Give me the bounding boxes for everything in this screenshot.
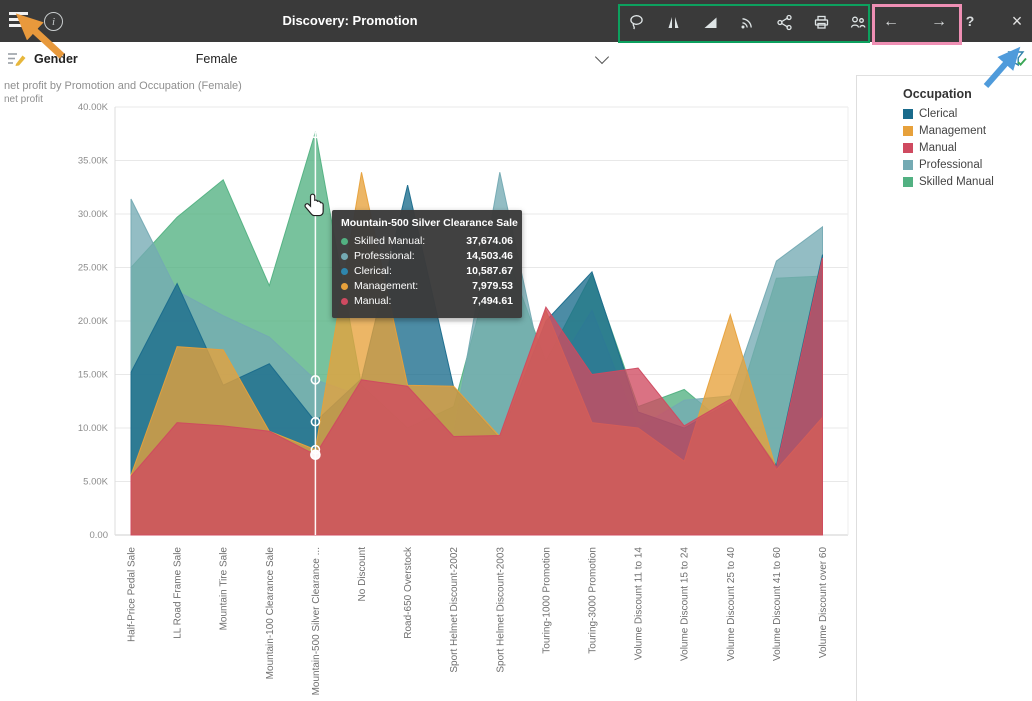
legend-panel: Occupation Clerical Management Manual Profe… [857,75,1032,701]
legend-item[interactable]: Management [903,125,1026,137]
filter-settings-icon[interactable] [6,50,28,68]
close-button[interactable]: × [1004,7,1030,35]
chevron-down-icon[interactable] [595,49,609,63]
filter-dimension-label: Gender [34,52,78,66]
svg-text:40.00K: 40.00K [78,103,109,113]
tooltip-row: Skilled Manual:37,674.06 [341,235,513,247]
app-window: i Discovery: Promotion [0,0,1032,701]
legend-item[interactable]: Skilled Manual [903,176,1026,188]
broadcast-icon [739,14,756,31]
print-button[interactable] [809,9,833,35]
legend-swatch [903,143,913,153]
area-chart[interactable]: 0.00 5.00K 10.00K 15.00K 20.00K 25.00K 30.00K 3… [0,103,856,701]
legend-label: Management [919,125,986,137]
svg-text:LL Road Frame Sale: LL Road Frame Sale [173,547,184,639]
svg-text:Road-650 Overstock: Road-650 Overstock [403,546,414,639]
chart-panel: net profit by Promotion and Occupation (… [0,75,857,701]
filter-check-icon[interactable] [1006,48,1028,70]
lasso-select-icon [628,14,645,31]
broadcast-button[interactable] [735,9,759,35]
chart-title: net profit by Promotion and Occupation (… [4,80,242,92]
share-icon [776,14,793,31]
svg-text:30.00K: 30.00K [78,209,109,220]
collaboration-icon [849,14,867,31]
main-content: net profit by Promotion and Occupation (… [0,75,1032,701]
legend-item[interactable]: Professional [903,159,1026,171]
series-dot-icon [341,253,348,260]
mirror-chart-icon [665,14,682,31]
legend-item[interactable]: Manual [903,142,1026,154]
svg-text:Volume Discount 11 to 14: Volume Discount 11 to 14 [634,547,645,661]
series-dot-icon [341,283,348,290]
filter-value-dropdown[interactable]: Female [196,52,238,66]
legend-label: Skilled Manual [919,176,994,188]
back-button[interactable]: ← [878,9,904,35]
svg-text:Touring-1000 Promotion: Touring-1000 Promotion [541,547,552,654]
svg-text:Half-Price Pedal Sale: Half-Price Pedal Sale [127,547,138,642]
legend-label: Professional [919,159,982,171]
svg-text:Volume Discount 25 to 40: Volume Discount 25 to 40 [726,547,737,661]
trend-triangle-button[interactable] [698,9,722,35]
svg-text:Mountain-500 Silver Clearance: Mountain-500 Silver Clearance ... [311,547,322,695]
legend-label: Manual [919,142,957,154]
forward-button[interactable]: → [926,9,952,35]
legend-swatch [903,126,913,136]
filter-bar: Gender Female [0,42,1032,76]
svg-text:Sport Helmet Discount-2003: Sport Helmet Discount-2003 [495,547,506,673]
titlebar: i Discovery: Promotion [0,0,1032,42]
legend-swatch [903,160,913,170]
series-dot-icon [341,268,348,275]
svg-text:5.00K: 5.00K [83,477,108,488]
tooltip-title: Mountain-500 Silver Clearance Sale [341,217,513,229]
legend-item[interactable]: Clerical [903,108,1026,120]
tooltip-row: Clerical:10,587.67 [341,265,513,277]
chart-tooltip: Mountain-500 Silver Clearance Sale Skill… [332,210,522,318]
legend-label: Clerical [919,108,957,120]
lasso-select-button[interactable] [624,9,648,35]
svg-text:Touring-3000 Promotion: Touring-3000 Promotion [588,547,599,654]
svg-text:No Discount: No Discount [357,547,368,602]
mirror-chart-button[interactable] [661,9,685,35]
history-nav: ← → [878,5,952,39]
svg-text:Volume Discount 15 to 24: Volume Discount 15 to 24 [680,547,691,661]
svg-text:Volume Discount over 60: Volume Discount over 60 [818,547,829,659]
legend-swatch [903,109,913,119]
svg-text:Volume Discount 41 to 60: Volume Discount 41 to 60 [772,547,783,661]
svg-text:15.00K: 15.00K [78,370,109,381]
printer-icon [813,14,830,31]
svg-text:10.00K: 10.00K [78,423,109,434]
toolbar [624,5,870,39]
series-dot-icon [341,238,348,245]
legend-title: Occupation [903,87,1026,101]
trend-triangle-icon [702,14,719,31]
svg-text:25.00K: 25.00K [78,263,109,274]
tooltip-row: Manual:7,494.61 [341,295,513,307]
svg-text:Mountain Tire Sale: Mountain Tire Sale [219,547,230,631]
tooltip-row: Management:7,979.53 [341,280,513,292]
window-title: Discovery: Promotion [0,0,700,42]
svg-text:0.00: 0.00 [90,530,109,541]
collaboration-button[interactable] [846,9,870,35]
svg-text:20.00K: 20.00K [78,316,109,327]
svg-text:Sport Helmet Discount-2002: Sport Helmet Discount-2002 [449,547,460,673]
svg-text:Mountain-100 Clearance Sale: Mountain-100 Clearance Sale [265,547,276,680]
svg-text:35.00K: 35.00K [78,156,109,167]
tooltip-row: Professional:14,503.46 [341,250,513,262]
help-button[interactable]: ? [958,8,982,34]
legend-swatch [903,177,913,187]
share-button[interactable] [772,9,796,35]
series-dot-icon [341,298,348,305]
